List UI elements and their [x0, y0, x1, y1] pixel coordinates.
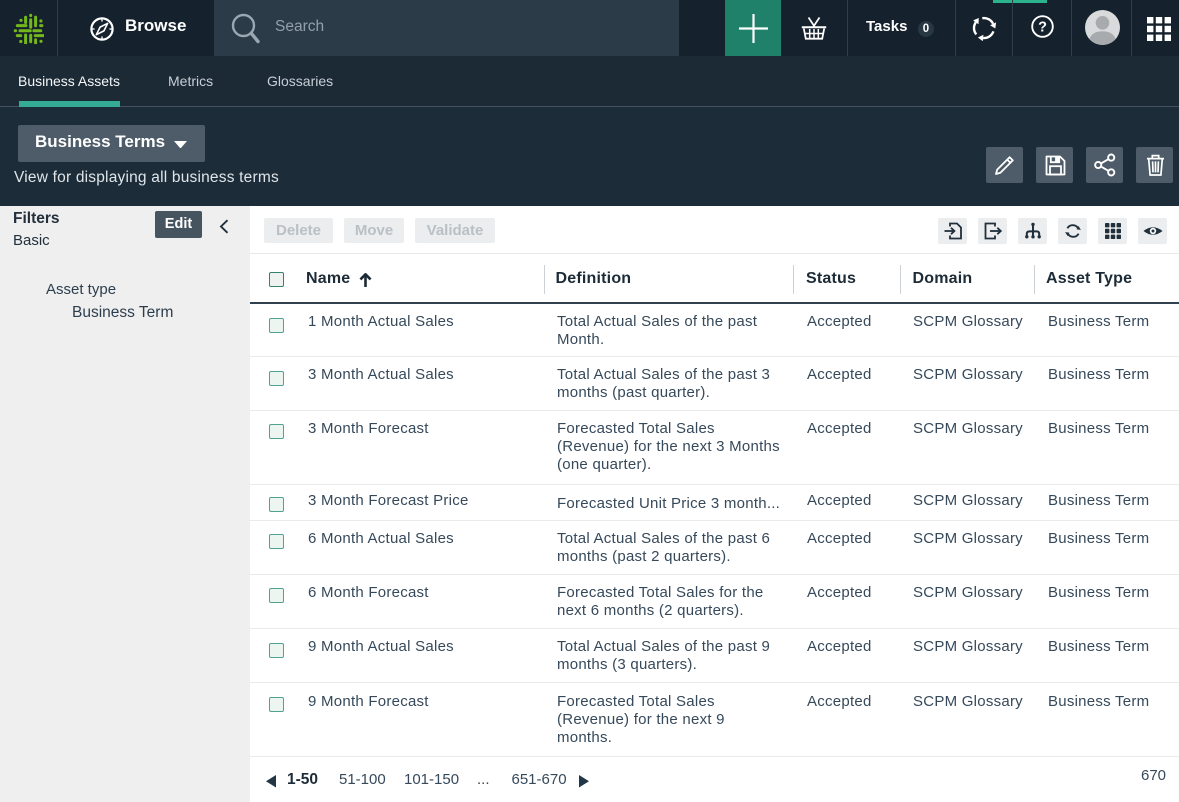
svg-text:?: ?	[1038, 20, 1047, 36]
